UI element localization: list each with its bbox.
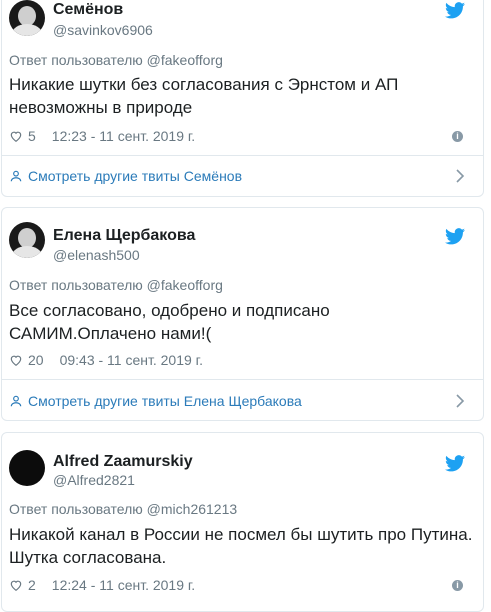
- divider: [2, 155, 483, 156]
- author-name[interactable]: Семёнов: [53, 1, 123, 19]
- tweet-timestamp[interactable]: 12:23 - 11 сент. 2019 г.: [52, 128, 195, 144]
- tweet-text: Никакой канал в России не посмел бы шути…: [9, 525, 473, 567]
- reply-to-line[interactable]: Ответ пользователю @fakeofforg: [9, 277, 223, 293]
- more-tweets-link[interactable]: Смотреть другие твиты Семёнов: [9, 168, 465, 184]
- more-tweets-label[interactable]: Смотреть другие твиты Семёнов: [28, 168, 242, 184]
- heart-icon[interactable]: [9, 129, 23, 143]
- tweet-card: Семёнов @savinkov6906 Ответ пользователю…: [1, 0, 484, 197]
- tweet-text: Никакие шутки без согласования с Эрнстом…: [9, 75, 399, 117]
- chevron-right-icon[interactable]: [455, 169, 465, 183]
- reply-to-line[interactable]: Ответ пользователю @mich261213: [9, 501, 237, 517]
- tweet-timestamp[interactable]: 12:24 - 11 сент. 2019 г.: [52, 577, 195, 593]
- author-handle[interactable]: @savinkov6906: [53, 22, 153, 38]
- reply-to-line[interactable]: Ответ пользователю @fakeofforg: [9, 52, 223, 68]
- like-count[interactable]: 2: [28, 577, 36, 593]
- twitter-bird-icon[interactable]: [445, 228, 465, 245]
- avatar[interactable]: [9, 0, 45, 36]
- author-handle[interactable]: @elenash500: [53, 247, 140, 263]
- twitter-bird-icon[interactable]: [445, 455, 465, 472]
- heart-icon[interactable]: [9, 353, 23, 367]
- info-icon[interactable]: i: [452, 580, 463, 591]
- heart-icon[interactable]: [9, 578, 23, 592]
- person-icon: [10, 395, 22, 407]
- tweet-meta: 20 09:43 - 11 сент. 2019 г.: [9, 352, 203, 368]
- author-handle[interactable]: @Alfred2821: [53, 472, 135, 488]
- tweet-timestamp[interactable]: 09:43 - 11 сент. 2019 г.: [60, 352, 203, 368]
- like-count[interactable]: 5: [28, 128, 36, 144]
- info-icon[interactable]: i: [452, 131, 463, 142]
- more-tweets-label[interactable]: Смотреть другие твиты Елена Щербакова: [28, 393, 302, 409]
- author-name[interactable]: Alfred Zaamurskiy: [53, 453, 193, 471]
- tweet-meta: 5 12:23 - 11 сент. 2019 г.: [9, 128, 195, 144]
- chevron-right-icon[interactable]: [455, 394, 465, 408]
- author-name[interactable]: Елена Щербакова: [53, 227, 195, 245]
- avatar[interactable]: [9, 450, 45, 486]
- tweet-card: Alfred Zaamurskiy @Alfred2821 Ответ поль…: [1, 432, 484, 612]
- like-count[interactable]: 20: [28, 352, 44, 368]
- divider: [2, 379, 483, 380]
- avatar[interactable]: [9, 222, 45, 258]
- tweet-meta: 2 12:24 - 11 сент. 2019 г.: [9, 577, 195, 593]
- person-icon: [10, 170, 22, 182]
- twitter-bird-icon[interactable]: [445, 2, 465, 19]
- tweet-text: Все согласовано, одобрено и подписано СА…: [9, 301, 330, 343]
- more-tweets-link[interactable]: Смотреть другие твиты Елена Щербакова: [9, 393, 465, 409]
- tweet-card: Елена Щербакова @elenash500 Ответ пользо…: [1, 207, 484, 421]
